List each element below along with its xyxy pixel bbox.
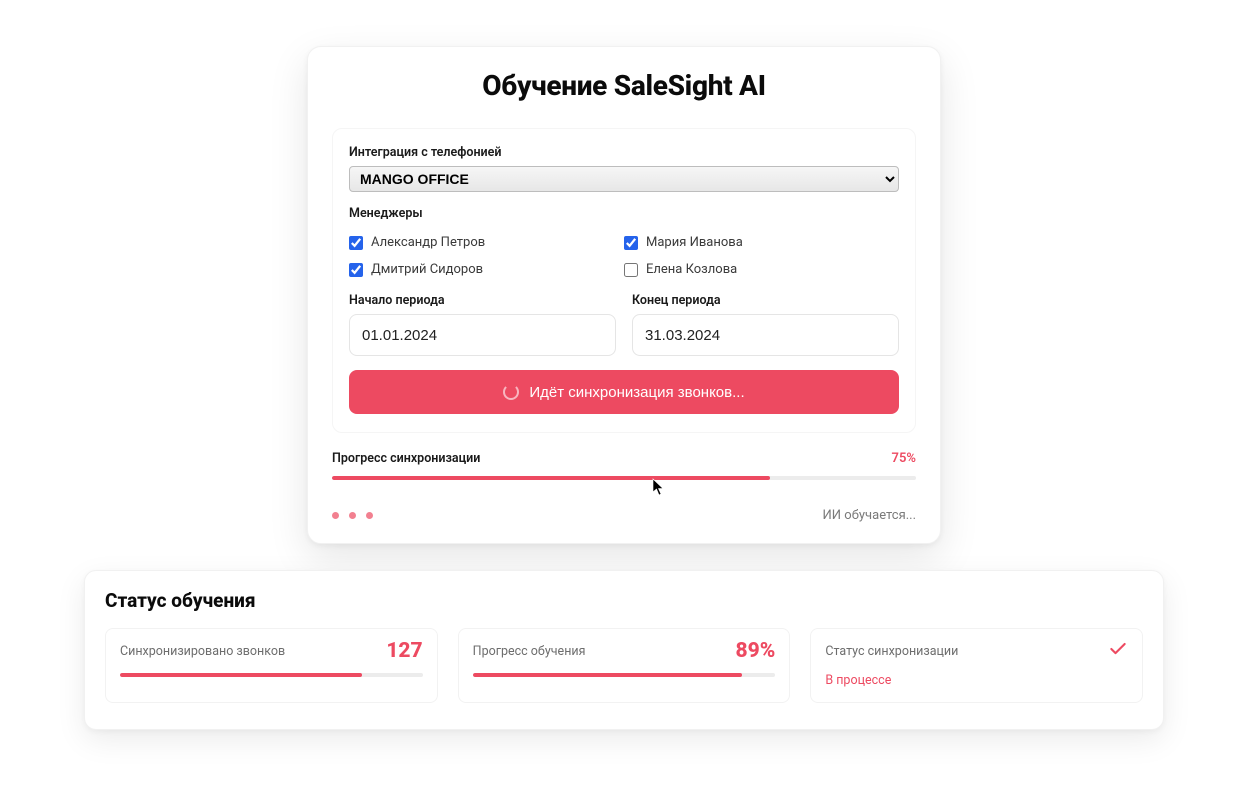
- stat-calls-bar: [120, 673, 423, 677]
- status-title: Статус обучения: [105, 589, 1143, 612]
- manager-checkbox[interactable]: [624, 263, 638, 277]
- manager-checkbox[interactable]: [349, 263, 363, 277]
- stat-sync-value: В процессе: [825, 673, 1128, 688]
- integration-select[interactable]: MANGO OFFICE: [349, 166, 899, 192]
- stat-progress-value: 89%: [736, 639, 776, 663]
- spinner-icon: [503, 384, 519, 400]
- managers-grid: Александр Петров Мария Иванова Дмитрий С…: [349, 235, 899, 277]
- manager-item[interactable]: Дмитрий Сидоров: [349, 262, 624, 277]
- stat-progress-label: Прогресс обучения: [473, 644, 586, 659]
- stat-calls-label: Синхронизировано звонков: [120, 644, 285, 659]
- stat-calls-fill: [120, 673, 362, 677]
- status-card: Статус обучения Синхронизировано звонков…: [84, 570, 1164, 730]
- managers-label: Менеджеры: [349, 206, 899, 221]
- sync-button[interactable]: Идёт синхронизация звонков...: [349, 370, 899, 414]
- stat-progress: Прогресс обучения 89%: [458, 628, 791, 703]
- start-date-input[interactable]: [349, 314, 616, 356]
- integration-label: Интеграция с телефонией: [349, 145, 899, 160]
- loading-dots-icon: [332, 512, 373, 519]
- ai-learning-status: ИИ обучается...: [823, 508, 916, 523]
- stat-sync-label: Статус синхронизации: [825, 644, 958, 659]
- manager-name: Елена Козлова: [646, 262, 737, 277]
- training-footer: ИИ обучается...: [332, 508, 916, 523]
- stat-progress-bar: [473, 673, 776, 677]
- manager-checkbox[interactable]: [349, 236, 363, 250]
- sync-progress-label: Прогресс синхронизации: [332, 451, 480, 466]
- training-card: Обучение SaleSight AI Интеграция с телеф…: [307, 46, 941, 544]
- training-form: Интеграция с телефонией MANGO OFFICE Мен…: [332, 128, 916, 433]
- dates-row: Начало периода Конец периода: [349, 293, 899, 356]
- stat-calls: Синхронизировано звонков 127: [105, 628, 438, 703]
- stat-calls-value: 127: [386, 639, 422, 663]
- sync-button-label: Идёт синхронизация звонков...: [529, 384, 744, 401]
- manager-item[interactable]: Мария Иванова: [624, 235, 899, 250]
- manager-item[interactable]: Александр Петров: [349, 235, 624, 250]
- page-title: Обучение SaleSight AI: [332, 69, 916, 102]
- check-icon: [1108, 639, 1128, 663]
- sync-progress-fill: [332, 476, 770, 480]
- manager-checkbox[interactable]: [624, 236, 638, 250]
- stat-sync-status: Статус синхронизации В процессе: [810, 628, 1143, 703]
- manager-name: Александр Петров: [371, 235, 485, 250]
- manager-name: Мария Иванова: [646, 235, 743, 250]
- manager-name: Дмитрий Сидоров: [371, 262, 483, 277]
- sync-progress-section: Прогресс синхронизации 75%: [332, 451, 916, 480]
- start-date-label: Начало периода: [349, 293, 616, 308]
- end-date-input[interactable]: [632, 314, 899, 356]
- stat-progress-fill: [473, 673, 742, 677]
- manager-item[interactable]: Елена Козлова: [624, 262, 899, 277]
- end-date-label: Конец периода: [632, 293, 899, 308]
- sync-progress-bar: [332, 476, 916, 480]
- status-grid: Синхронизировано звонков 127 Прогресс об…: [105, 628, 1143, 703]
- sync-progress-pct: 75%: [892, 451, 916, 466]
